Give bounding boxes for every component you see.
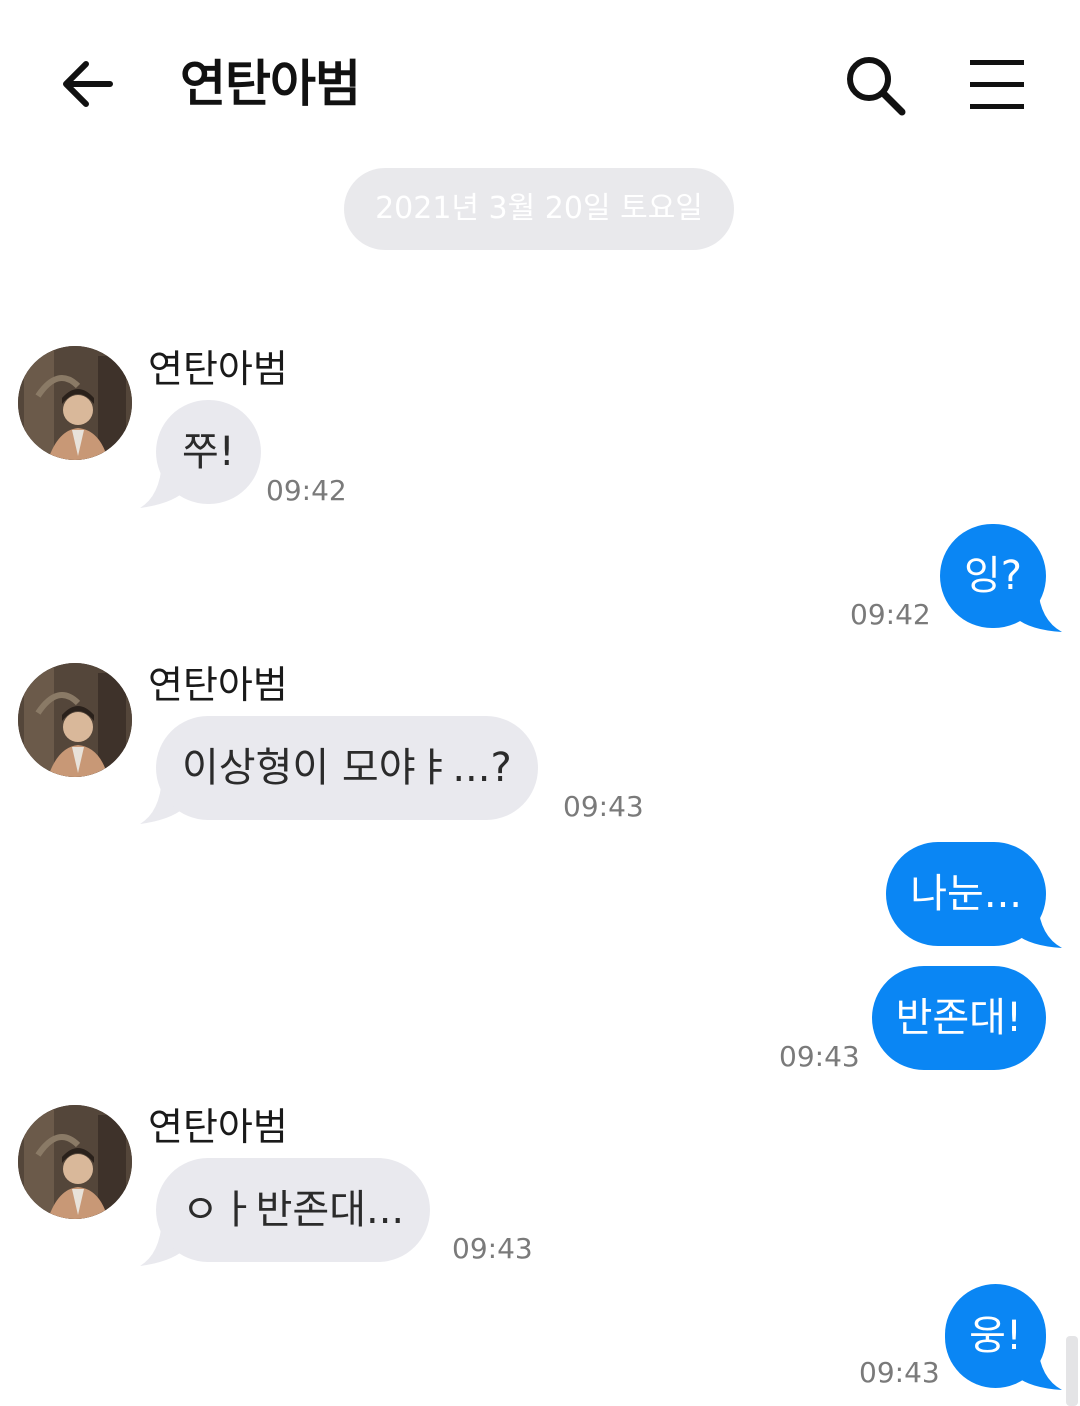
outgoing-message[interactable]: 나눈... [886, 842, 1046, 946]
scrollbar[interactable] [1066, 1336, 1078, 1406]
message-time: 09:43 [452, 1232, 533, 1265]
sender-avatar[interactable] [18, 663, 132, 777]
message-time: 09:43 [563, 790, 644, 823]
sender-avatar[interactable] [18, 346, 132, 460]
outgoing-message[interactable]: 반존대! [871, 966, 1046, 1070]
date-divider: 2021년 3월 20일 토요일 [344, 168, 734, 250]
avatar-image [18, 1105, 132, 1219]
message-time: 09:42 [266, 474, 347, 507]
sender-name: 연탄아범 [148, 1105, 288, 1149]
search-button[interactable] [842, 52, 908, 118]
sender-name: 연탄아범 [148, 663, 288, 707]
sender-avatar[interactable] [18, 1105, 132, 1219]
arrow-left-icon [63, 61, 113, 107]
incoming-message[interactable]: 이상형이 모야ㅑ...? [156, 716, 538, 820]
message-time: 09:43 [779, 1040, 860, 1073]
search-icon [847, 57, 906, 116]
avatar-image [18, 346, 132, 460]
back-button[interactable] [56, 52, 120, 116]
chat-title: 연탄아범 [180, 55, 361, 113]
avatar-image [18, 663, 132, 777]
incoming-message[interactable]: 쭈! [156, 400, 261, 504]
hamburger-menu-icon [970, 60, 1024, 109]
menu-button[interactable] [966, 56, 1028, 114]
incoming-message[interactable]: ㅇㅏ반존대... [156, 1158, 431, 1262]
outgoing-message[interactable]: 웅! [945, 1284, 1046, 1388]
chat-header: 연탄아범 [0, 0, 1080, 160]
message-time: 09:43 [859, 1356, 940, 1389]
message-time: 09:42 [850, 598, 931, 631]
sender-name: 연탄아범 [148, 347, 288, 391]
outgoing-message[interactable]: 잉? [939, 524, 1046, 628]
